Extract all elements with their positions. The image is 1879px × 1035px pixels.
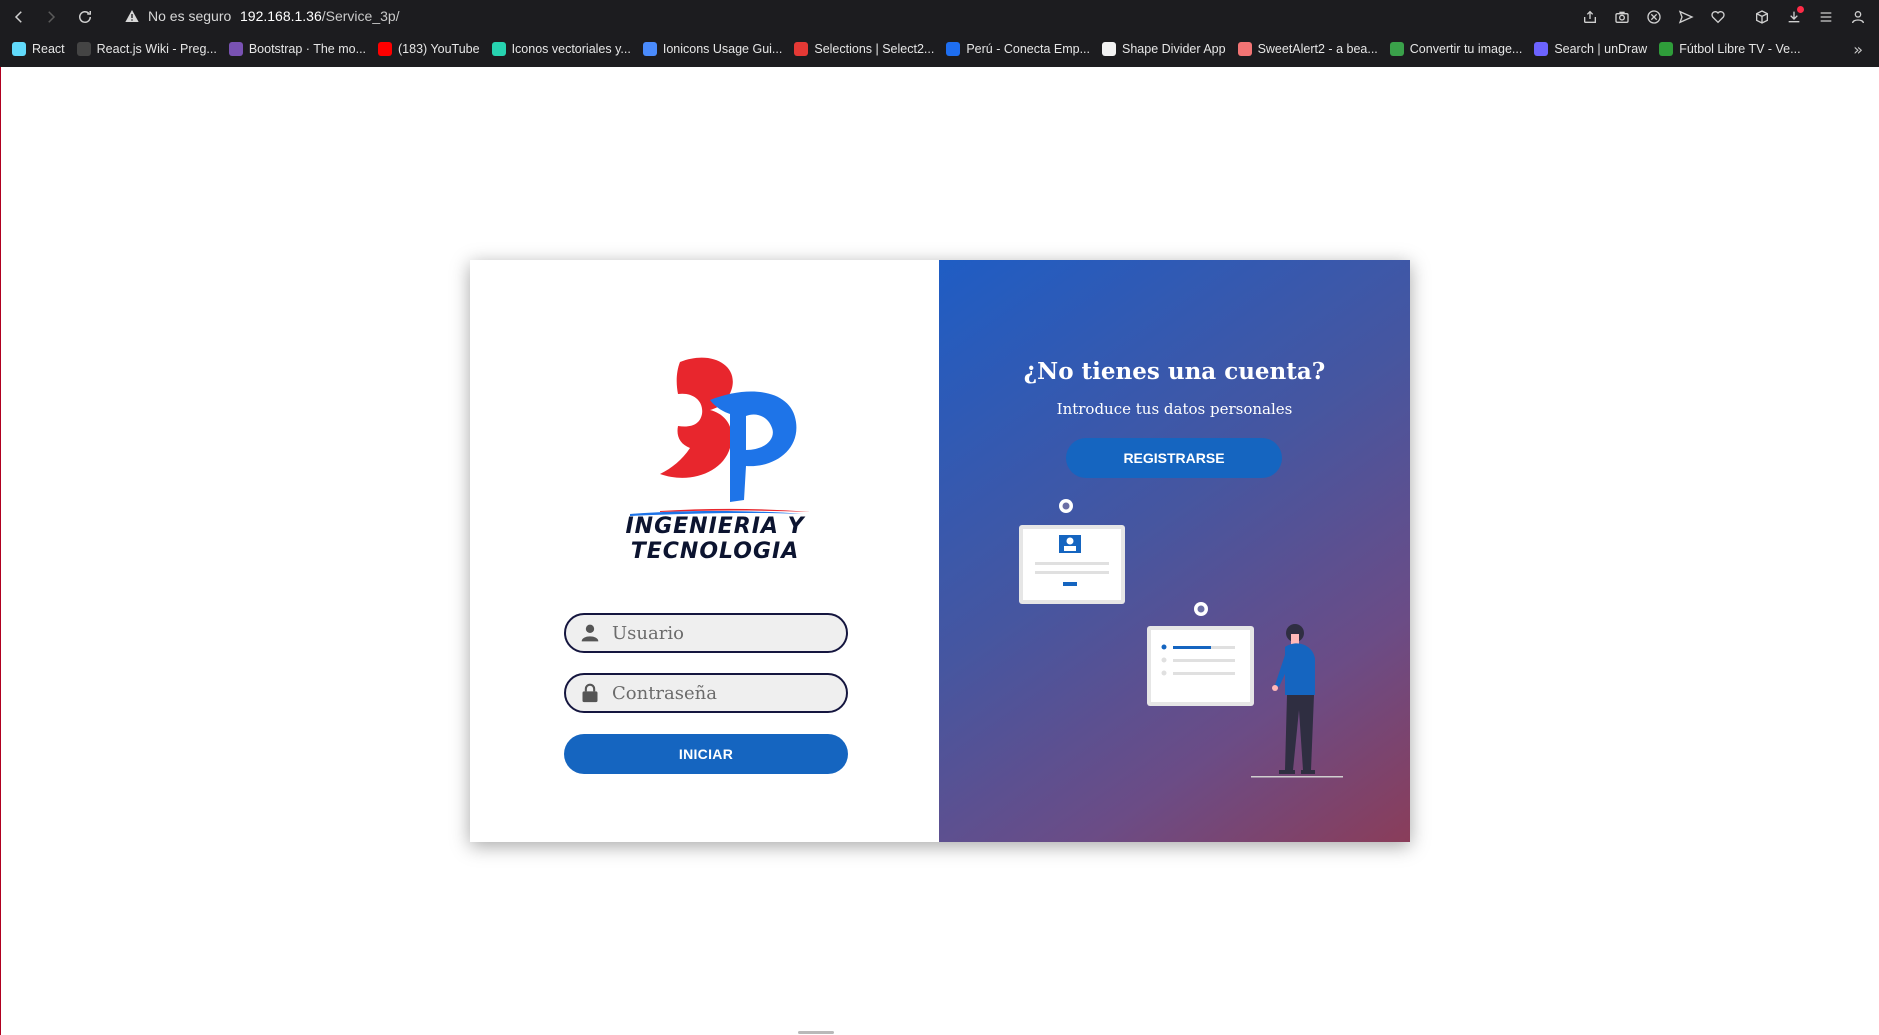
password-field[interactable] [564, 673, 848, 713]
profile-illustration [1019, 499, 1343, 778]
bookmark-favicon-icon [1389, 42, 1404, 56]
bookmark-favicon-icon [76, 42, 91, 56]
bookmark-favicon-icon [1102, 42, 1117, 56]
bookmark-label: Ionicons Usage Gui... [662, 42, 783, 56]
back-arrow-icon [14, 11, 22, 23]
bookmark-item[interactable]: Convertir tu image... [1389, 42, 1523, 56]
security-label: No es seguro [148, 8, 232, 24]
send-icon [1678, 10, 1694, 24]
user-icon [581, 624, 599, 642]
snapshot-button[interactable] [1611, 6, 1633, 28]
camera-icon [1615, 11, 1629, 23]
send-button[interactable] [1675, 6, 1697, 28]
address-row: No es seguro 192.168.1.36/Service_3p/ [0, 0, 1879, 34]
page-edge [0, 67, 1, 1035]
bookmark-favicon-icon [642, 42, 657, 56]
bookmark-item[interactable]: Search | unDraw [1534, 42, 1647, 56]
security-indicator[interactable]: No es seguro [124, 8, 231, 24]
bookmark-item[interactable]: Fútbol Libre TV - Ve... [1659, 42, 1801, 56]
bookmark-favicon-icon [12, 42, 26, 56]
reload-icon [79, 11, 91, 23]
signup-panel: ¿No tienes una cuenta? Introduce tus dat… [939, 260, 1410, 842]
username-input[interactable] [610, 621, 834, 645]
bookmark-label: (183) YouTube [398, 42, 480, 56]
bookmark-favicon-icon [1534, 42, 1549, 56]
bookmark-favicon-icon [378, 42, 393, 56]
bookmark-item[interactable]: Iconos vectoriales y... [491, 42, 631, 56]
menu-icon [1820, 12, 1832, 22]
bookmark-item[interactable]: SweetAlert2 - a bea... [1237, 42, 1378, 56]
bookmark-favicon-icon [794, 42, 809, 56]
address-bar[interactable]: 192.168.1.36/Service_3p/ [240, 8, 400, 24]
bookmarks-bar: React React.js Wiki - Preg... Bootstrap · … [0, 36, 1879, 62]
back-button[interactable] [6, 4, 32, 30]
bookmark-item[interactable]: Bootstrap · The mo... [228, 42, 367, 56]
bookmark-label: Search | unDraw [1554, 42, 1648, 56]
bookmark-item[interactable]: Perú - Conecta Emp... [946, 42, 1090, 56]
extensions-button[interactable] [1751, 6, 1773, 28]
bookmarks-overflow-icon[interactable]: » [1853, 40, 1863, 59]
heart-icon [1711, 11, 1725, 24]
bookmark-label: Fútbol Libre TV - Ve... [1679, 42, 1801, 56]
forward-arrow-icon [48, 11, 56, 23]
warning-icon [125, 10, 139, 22]
bookmark-favicon-icon [228, 42, 243, 56]
bookmark-label: React.js Wiki - Preg... [96, 42, 217, 56]
user-icon [1852, 11, 1864, 24]
adblock-button[interactable] [1643, 6, 1665, 28]
notification-dot [1797, 6, 1804, 13]
login-card: INGENIERIA Y TECNOLOGIA INICIAR ¿No tien… [470, 260, 1410, 842]
password-input[interactable] [610, 681, 834, 705]
bookmark-label: Convertir tu image... [1409, 42, 1523, 56]
forward-button[interactable] [38, 4, 64, 30]
register-button[interactable]: REGISTRARSE [1066, 438, 1282, 478]
bookmark-favicon-icon [1237, 42, 1252, 56]
bookmark-favicon-icon [491, 42, 506, 56]
bookmark-item[interactable]: Ionicons Usage Gui... [642, 42, 783, 56]
brand-tagline: INGENIERIA Y TECNOLOGIA [625, 514, 805, 564]
bookmark-favicon-icon [1659, 42, 1674, 56]
signup-title: ¿No tienes una cuenta? [1023, 358, 1326, 385]
bookmark-item[interactable]: Shape Divider App [1102, 42, 1226, 56]
lock-icon [582, 683, 598, 703]
bookmark-label: SweetAlert2 - a bea... [1257, 42, 1378, 56]
cube-icon [1756, 10, 1768, 24]
bookmark-item[interactable]: (183) YouTube [378, 42, 480, 56]
bookmark-list: React React.js Wiki - Preg... Bootstrap · … [12, 36, 1801, 62]
shield-x-icon [1647, 10, 1661, 24]
bookmark-item[interactable]: React.js Wiki - Preg... [76, 42, 217, 56]
bookmark-label: Shape Divider App [1122, 42, 1226, 56]
url-host: 192.168.1.36 [240, 8, 322, 24]
bookmark-label: Perú - Conecta Emp... [966, 42, 1091, 56]
bookmark-item[interactable]: React [12, 42, 65, 56]
bookmark-favicon-icon [946, 42, 961, 56]
profile-button[interactable] [1847, 6, 1869, 28]
share-icon [1584, 10, 1596, 23]
easy-setup-button[interactable] [1815, 6, 1837, 28]
login-button[interactable]: INICIAR [564, 734, 848, 774]
share-button[interactable] [1579, 6, 1601, 28]
browser-toolbar: No es seguro 192.168.1.36/Service_3p/ Re… [0, 0, 1879, 67]
favorites-button[interactable] [1707, 6, 1729, 28]
bookmark-label: Bootstrap · The mo... [248, 42, 367, 56]
toolbar-actions [1579, 6, 1869, 28]
url-path: /Service_3p/ [321, 8, 400, 24]
bookmark-label: React [32, 42, 65, 56]
bookmark-label: Iconos vectoriales y... [511, 42, 631, 56]
login-panel: INGENIERIA Y TECNOLOGIA INICIAR [470, 260, 939, 842]
bookmark-label: Selections | Select2... [814, 42, 935, 56]
company-logo [630, 357, 810, 516]
bookmark-item[interactable]: Selections | Select2... [794, 42, 934, 56]
reload-button[interactable] [72, 4, 98, 30]
downloads-button[interactable] [1783, 6, 1805, 28]
username-field[interactable] [564, 613, 848, 653]
signup-subtitle: Introduce tus datos personales [1056, 400, 1293, 418]
scroll-indicator [798, 1031, 834, 1034]
